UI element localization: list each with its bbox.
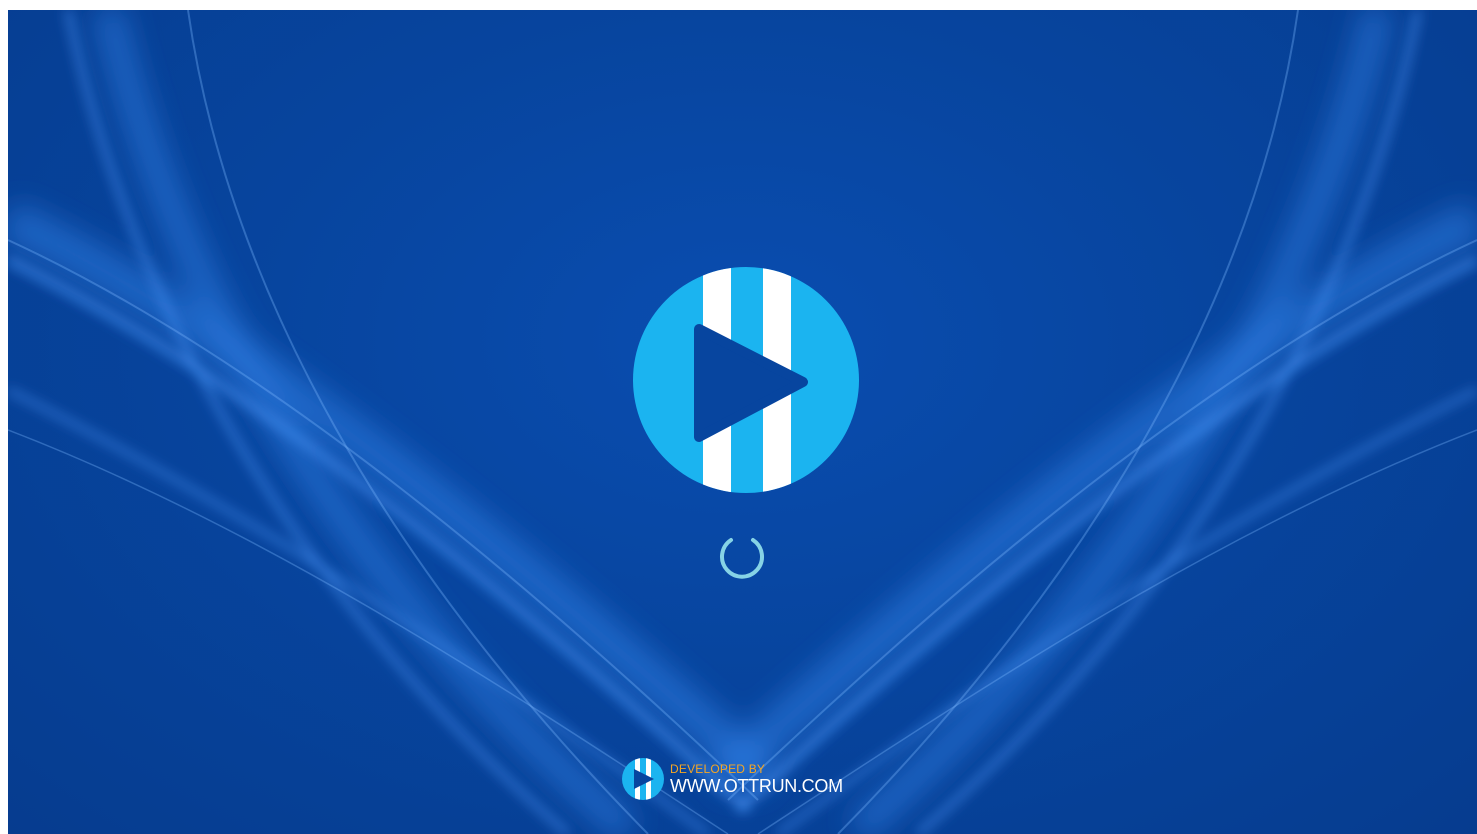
loading-spinner-icon (720, 538, 764, 579)
developed-by-label: DEVELOPED BY (670, 761, 766, 776)
play-logo-icon (633, 267, 859, 493)
ottrun-logo-icon (622, 758, 664, 800)
website-label: WWW.OTTRUN.COM (670, 775, 843, 796)
developer-credit: DEVELOPED BY WWW.OTTRUN.COM (622, 758, 843, 800)
splash-screen: DEVELOPED BY WWW.OTTRUN.COM (8, 10, 1477, 834)
